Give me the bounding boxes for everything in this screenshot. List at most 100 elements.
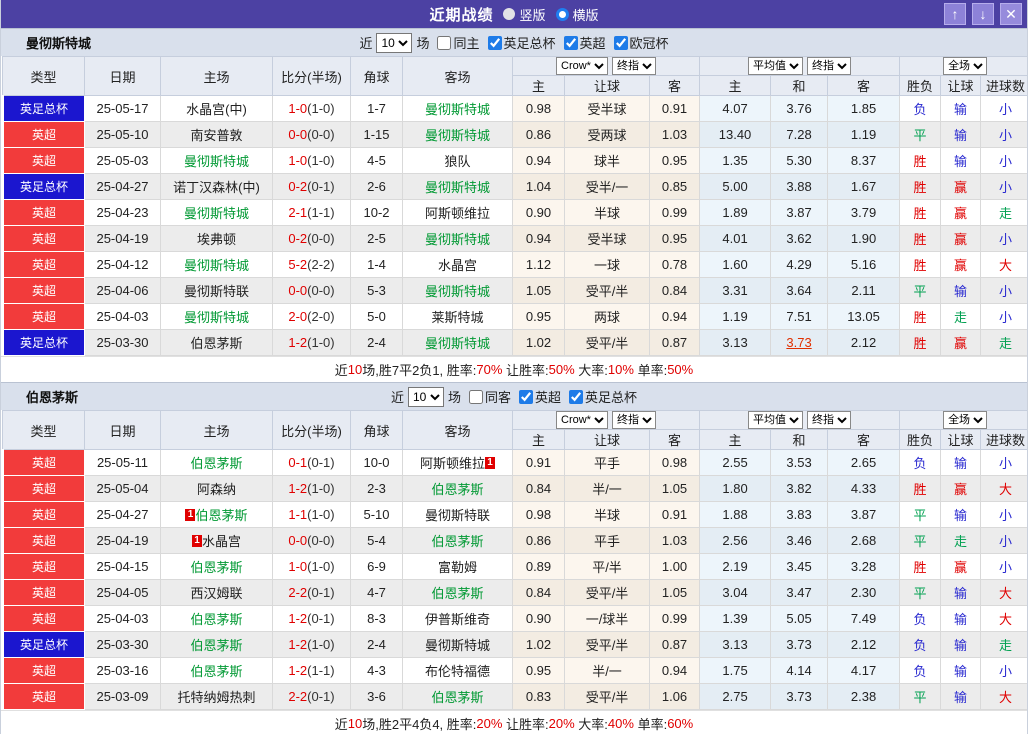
result-cell: 平 [900,684,941,710]
avg-away-cell: 2.30 [828,580,900,606]
competition-badge: 英超 [3,450,85,476]
same-venue-checkbox[interactable] [469,390,483,404]
bookmaker-select[interactable]: Crow* [556,411,608,429]
halftime-score: (2-0) [307,309,334,324]
competition-badge: 英足总杯 [3,174,85,200]
avg-home-cell: 1.80 [700,476,771,502]
odds-handicap-cell: 受半球 [565,96,650,122]
home-team-cell: 诺丁汉森林(中) [161,174,273,200]
match-row: 英超 25-04-05 西汉姆联 2-2(0-1) 4-7 伯恩茅斯 0.84 … [3,580,1028,606]
fulltime-score: 5-2 [288,257,307,272]
match-date: 25-03-16 [85,658,161,684]
away-team-cell: 曼彻斯特城 [403,278,513,304]
col-goals: 进球数 [981,430,1028,450]
period-select[interactable]: 全场 [943,57,987,75]
goals-result-value: 小 [999,456,1012,471]
result-value: 负 [914,664,927,679]
goals-result-cell: 小 [981,502,1028,528]
same-venue-checkbox[interactable] [437,36,451,50]
near-count-select[interactable]: 10 [408,387,444,407]
average-select[interactable]: 平均值 [748,57,803,75]
odds-handicap-cell: 平手 [565,528,650,554]
league-filter-checkbox[interactable] [488,36,502,50]
home-team-cell: 埃弗顿 [161,226,273,252]
odds-away-cell: 0.87 [650,632,700,658]
halftime-score: (1-0) [307,335,334,350]
competition-badge: 英超 [3,606,85,632]
league-filter-checkbox[interactable] [569,390,583,404]
odds-away-cell: 0.99 [650,200,700,226]
col-odds-home: 主 [513,430,565,450]
odds-away-cell: 1.05 [650,580,700,606]
layout-vertical-option[interactable]: 竖版 [503,5,545,24]
odds-handicap-cell: 一球 [565,252,650,278]
radio-unselected-icon[interactable] [503,8,515,20]
goals-result-cell: 小 [981,226,1028,252]
avg-stage-select[interactable]: 终指 [807,411,851,429]
odds-stage-select[interactable]: 终指 [612,411,656,429]
handicap-result-value: 赢 [954,180,967,195]
vertical-option-label[interactable]: 竖版 [519,5,545,24]
competition-badge: 英超 [3,476,85,502]
home-team-name: 诺丁汉森林(中) [173,180,260,195]
odds-home-cell: 0.86 [513,528,565,554]
fulltime-score: 1-1 [288,507,307,522]
league-filter-label: 英超 [580,33,606,52]
match-date: 25-05-04 [85,476,161,502]
average-select[interactable]: 平均值 [748,411,803,429]
odds-away-cell: 1.03 [650,528,700,554]
odds-home-cell: 1.05 [513,278,565,304]
league-filter-checkbox[interactable] [564,36,578,50]
away-team-cell: 曼彻斯特城 [403,632,513,658]
goals-result-cell: 小 [981,122,1028,148]
goals-result-cell: 小 [981,450,1028,476]
result-value: 胜 [914,560,927,575]
odds-home-cell: 0.95 [513,658,565,684]
corner-cell: 2-4 [351,632,403,658]
result-value: 平 [914,128,927,143]
avg-stage-select[interactable]: 终指 [807,57,851,75]
league-filter-checkbox[interactable] [519,390,533,404]
bookmaker-select[interactable]: Crow* [556,57,608,75]
away-team-name: 曼彻斯特城 [425,128,490,143]
avg-draw-value: 3.62 [786,231,811,246]
score-cell: 0-1(0-1) [273,450,351,476]
competition-badge: 英超 [3,502,85,528]
avg-away-cell: 13.05 [828,304,900,330]
move-down-button[interactable]: ↓ [972,3,994,25]
avg-draw-cell: 3.47 [771,580,828,606]
away-team-name: 水晶宫 [438,258,477,273]
period-select[interactable]: 全场 [943,411,987,429]
recent-summary-2: 近10场,胜2平4负4, 胜率:20% 让胜率:20% 大率:40% 单率:60… [1,710,1027,734]
odds-home-cell: 0.84 [513,580,565,606]
score-cell: 0-2(0-0) [273,226,351,252]
avg-away-cell: 3.87 [828,502,900,528]
odds-home-cell: 0.95 [513,304,565,330]
layout-horizontal-option[interactable]: 横版 [556,5,599,24]
close-button[interactable]: ✕ [1000,3,1022,25]
league-filter-checkbox[interactable] [614,36,628,50]
col-odds-away: 客 [650,76,700,96]
away-team-name: 富勒姆 [438,560,477,575]
odds-stage-select[interactable]: 终指 [612,57,656,75]
move-up-button[interactable]: ↑ [944,3,966,25]
competition-badge: 英超 [3,226,85,252]
odds-handicap-cell: 受平/半 [565,278,650,304]
avg-draw-value: 3.53 [786,455,811,470]
halftime-score: (1-0) [307,637,334,652]
goals-result-value: 小 [999,102,1012,117]
home-team-name: 伯恩茅斯 [190,638,242,653]
col-result: 胜负 [900,76,941,96]
score-cell: 0-0(0-0) [273,122,351,148]
avg-away-cell: 3.28 [828,554,900,580]
match-date: 25-04-03 [85,606,161,632]
halftime-score: (1-0) [307,101,334,116]
fulltime-group-header: 全场 [900,411,1028,430]
away-team-cell: 曼彻斯特城 [403,174,513,200]
col-result: 胜负 [900,430,941,450]
near-count-select[interactable]: 10 [376,33,412,53]
score-cell: 0-0(0-0) [273,278,351,304]
radio-selected-icon[interactable] [556,8,569,21]
competition-badge: 英足总杯 [3,96,85,122]
horizontal-option-label[interactable]: 横版 [573,5,599,24]
